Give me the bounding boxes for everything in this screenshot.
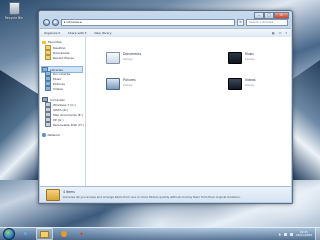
nav-favorites[interactable]: Favorites [42, 40, 62, 44]
recycle-bin-label: Recycle Bin [4, 16, 24, 20]
clock[interactable]: 09:45 29/01/2009 [295, 230, 312, 238]
pictures-icon [106, 78, 120, 90]
library-documents[interactable]: Documents Library [106, 52, 141, 64]
preview-pane-icon[interactable]: ▭ [279, 31, 282, 35]
taskbar: e ✦ ▲ 09:45 29/01/2009 [0, 227, 320, 240]
address-path: ▸ Libraries ▸ [64, 20, 82, 24]
nav-downloads-label: Downloads [53, 50, 70, 55]
address-bar-row: ◀ ▶ ▸ Libraries ▸ ↻ Search Libraries ⌕ [43, 18, 288, 26]
star-icon [42, 40, 46, 44]
back-button[interactable]: ◀ [43, 18, 50, 26]
recycle-bin-desktop-icon[interactable]: Recycle Bin [3, 2, 25, 20]
videos-library-icon [45, 86, 51, 91]
library-type: Library [245, 82, 255, 87]
videos-icon [228, 78, 242, 90]
library-music[interactable]: Music Library [228, 52, 255, 64]
taskbar-ie-button[interactable]: e [18, 229, 33, 239]
internet-explorer-icon: e [23, 231, 28, 237]
nav-drive-label: Mes documents (E:) [53, 112, 83, 117]
clock-date: 29/01/2009 [295, 233, 312, 237]
library-type: Library [123, 82, 133, 87]
removable-disk-icon [45, 122, 51, 127]
view-options-icon[interactable]: ▤ [272, 31, 275, 35]
share-with-button[interactable]: Share with ▾ [68, 31, 86, 35]
nav-network-label: Network [47, 133, 61, 137]
nav-favorites-label: Favorites [48, 40, 62, 44]
start-button[interactable] [3, 228, 15, 240]
nav-pictures-label: Pictures [53, 81, 65, 86]
nav-desktop-label: Desktop [53, 45, 66, 50]
nav-videos-label: Videos [53, 86, 63, 91]
library-type: Library [123, 56, 133, 61]
details-pane: 4 items Libraries let you access and arr… [40, 186, 291, 202]
nav-drive-label: Removable Disk (H:) [53, 122, 84, 127]
refresh-button[interactable]: ↻ [237, 18, 244, 26]
library-type: Library [245, 56, 255, 61]
nav-drive-label: Windows 7 (C:) [53, 102, 76, 107]
documents-icon [106, 52, 120, 64]
nav-recent-label: Recent Places [53, 55, 74, 60]
network-icon [42, 133, 46, 137]
navigation-pane: Favorites Desktop Downloads Recent Place… [40, 37, 86, 187]
music-icon [228, 52, 242, 64]
volume-icon[interactable] [289, 232, 293, 236]
show-hidden-icons-icon[interactable]: ▲ [279, 232, 281, 236]
media-player-icon [60, 231, 67, 237]
nav-network[interactable]: Network [42, 133, 60, 137]
library-name: Pictures [123, 78, 136, 82]
system-tray: ▲ 09:45 29/01/2009 [279, 230, 312, 238]
recent-places-icon [45, 55, 51, 60]
nav-drive-label: XP (G:) [53, 117, 64, 122]
libraries-content: Documents Library Music Library Pictures Li… [86, 37, 291, 187]
library-name: Music [245, 52, 255, 56]
search-input[interactable]: Search Libraries ⌕ [246, 18, 288, 26]
search-placeholder: Search Libraries [249, 20, 274, 24]
library-name: Documents [123, 52, 142, 56]
nav-documents-label: Documents [53, 71, 71, 76]
nav-music-label: Music [53, 76, 62, 81]
forward-button[interactable]: ▶ [52, 18, 59, 26]
taskbar-media-player-button[interactable] [56, 229, 71, 239]
new-library-button[interactable]: New library [94, 31, 111, 35]
address-bar[interactable]: ▸ Libraries ▸ [61, 18, 235, 26]
taskbar-app-button[interactable]: ✦ [74, 229, 89, 239]
network-tray-icon[interactable] [283, 232, 287, 236]
taskbar-explorer-button[interactable] [36, 228, 53, 240]
nav-videos[interactable]: Videos [45, 86, 63, 91]
nav-recent-places[interactable]: Recent Places [45, 55, 74, 60]
library-videos[interactable]: Videos Library [228, 78, 256, 90]
item-count: 4 items [63, 190, 75, 195]
recycle-bin-icon [8, 2, 20, 15]
search-icon: ⌕ [285, 20, 287, 24]
nav-computer-label: Computer [50, 97, 65, 102]
organize-button[interactable]: Organize ▾ [44, 31, 60, 35]
nav-drive-label: VISTA (D:) [53, 107, 69, 112]
library-pictures[interactable]: Pictures Library [106, 78, 136, 90]
library-name: Videos [245, 78, 256, 82]
app-icon: ✦ [78, 230, 85, 238]
explorer-window: – □ ✕ ◀ ▶ ▸ Libraries ▸ ↻ Search Librari… [38, 10, 293, 204]
libraries-folder-icon [46, 188, 60, 201]
details-description: Libraries let you access and arrange ite… [63, 194, 241, 199]
help-icon[interactable]: ? [285, 31, 287, 35]
show-desktop-button[interactable] [315, 228, 320, 240]
folder-icon [40, 230, 49, 238]
nav-drive-h[interactable]: Removable Disk (H:) [45, 122, 84, 127]
